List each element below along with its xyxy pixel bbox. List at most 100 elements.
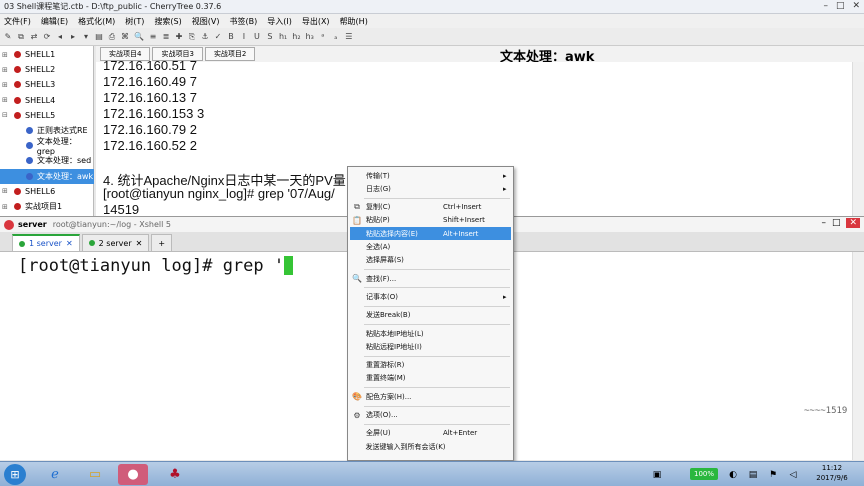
toolbar-icon[interactable]: ▸	[69, 32, 77, 41]
toolbar-icon[interactable]: ⟳	[43, 32, 51, 41]
menu-item[interactable]: 书签(B)	[229, 16, 257, 27]
context-menu-item[interactable]: 📋 粘贴(P) Shift+Insert	[350, 214, 511, 227]
network-icon[interactable]: ◐	[726, 464, 740, 485]
context-menu-item[interactable]: 记事本(O) ▸	[350, 290, 511, 303]
tree-node[interactable]: 文本处理：sed	[0, 153, 94, 168]
toolbar-icon[interactable]: ⇄	[30, 32, 38, 41]
menu-item[interactable]: 编辑(E)	[41, 16, 68, 27]
battery-indicator[interactable]: 100%	[690, 468, 718, 480]
expander-icon[interactable]: ⊞	[2, 203, 10, 211]
toolbar-icon[interactable]: ᵃ	[319, 32, 327, 41]
toolbar-icon[interactable]: ✚	[175, 32, 183, 41]
expander-icon[interactable]: ⊞	[2, 51, 10, 59]
expander-icon[interactable]: ⊞	[2, 187, 10, 195]
toolbar-icon[interactable]: ⌘	[121, 32, 129, 41]
context-menu-item[interactable]: 发送键输入到所有会话(K)	[350, 440, 511, 453]
tray-icon[interactable]: ▣	[650, 464, 664, 485]
menu-item[interactable]: 视图(V)	[192, 16, 220, 27]
context-menu-item[interactable]: ⚙ 选项(O)...	[350, 409, 511, 422]
toolbar-icon[interactable]: ≡	[149, 32, 157, 41]
toolbar-icon[interactable]: ⚓	[201, 32, 209, 41]
context-menu-item[interactable]: 选择屏幕(S)	[350, 254, 511, 267]
toolbar-icon[interactable]: ✓	[214, 32, 222, 41]
toolbar-icon[interactable]: ⎘	[188, 32, 196, 42]
toolbar-icon[interactable]: S	[266, 32, 274, 41]
tree-node[interactable]: ⊞ SHELL3	[0, 77, 94, 92]
notification-icon[interactable]: ⚑	[766, 464, 780, 485]
toolbar-icon[interactable]: ≣	[162, 32, 170, 41]
session-tab[interactable]: 1 server ✕	[12, 234, 80, 251]
menu-item[interactable]: 树(T)	[125, 16, 144, 27]
close-icon[interactable]: ✕	[852, 1, 860, 11]
context-menu-item[interactable]: 🎨 配色方案(H)...	[350, 390, 511, 403]
expander-icon[interactable]: ⊞	[2, 96, 10, 104]
toolbar-icon[interactable]: 🔍	[134, 32, 144, 41]
context-menu-item[interactable]: 日志(G) ▸	[350, 182, 511, 195]
tree-node[interactable]: 文本处理：grep	[0, 137, 94, 156]
expander-icon[interactable]: ⊟	[2, 111, 10, 119]
toolbar-icon[interactable]: ⧉	[17, 32, 25, 42]
toolbar-icon[interactable]: ⎙	[108, 32, 116, 42]
toolbar-icon[interactable]: ✎	[4, 32, 12, 41]
tree-node[interactable]: ⊞ SHELL2	[0, 62, 94, 77]
context-menu-item[interactable]: 传输(T) ▸	[350, 169, 511, 182]
toolbar-icon[interactable]: ▾	[82, 32, 90, 41]
context-menu-item[interactable]: ⧉ 复制(C) Ctrl+Insert	[350, 201, 511, 214]
context-menu-item[interactable]: 粘贴本地IP地址(L)	[350, 327, 511, 340]
context-menu: 传输(T) ▸ 日志(G) ▸ ⧉ 复制(C) Ctrl+Insert 📋 粘贴(P) Shift…	[347, 166, 514, 461]
menu-item[interactable]: 导入(I)	[267, 16, 292, 27]
session-tab[interactable]: 2 server ✕	[81, 234, 150, 251]
xshell-taskbar-icon[interactable]: ●	[118, 464, 148, 485]
context-menu-item[interactable]: 发送Break(B)	[350, 309, 511, 322]
menu-item[interactable]: 格式化(M)	[78, 16, 115, 27]
start-button[interactable]: ⊞	[4, 464, 26, 485]
context-menu-item[interactable]: 全选(A)	[350, 241, 511, 254]
terminal-scrollbar[interactable]	[852, 252, 864, 460]
toolbar-icon[interactable]: h₃	[306, 32, 314, 41]
toolbar-icon[interactable]: ☰	[345, 32, 353, 41]
tree-node[interactable]: ⊞ 实战项目1	[0, 199, 94, 214]
toolbar-icon[interactable]: ▤	[95, 32, 103, 41]
node-tree[interactable]: ⊞ SHELL1 ⊞ SHELL2 ⊞ SHELL3 ⊞ SHELL4 ⊟ SHELL5 正则表达式…	[0, 46, 94, 216]
expander-icon[interactable]: ⊞	[2, 81, 10, 89]
context-menu-item[interactable]: 重置终端(M)	[350, 372, 511, 385]
tree-node[interactable]: ⊞ SHELL1	[0, 47, 94, 62]
tree-node[interactable]: 文本处理：awk	[0, 168, 94, 184]
node-tab[interactable]: 实战项目2	[204, 47, 256, 61]
xshell-close-icon[interactable]: ✕	[846, 218, 860, 228]
clock[interactable]: 11:12 2017/9/6	[810, 463, 854, 485]
minimize-icon[interactable]: –	[823, 1, 828, 11]
expander-icon[interactable]: ⊞	[2, 66, 10, 74]
tree-node[interactable]: ⊞ SHELL4	[0, 93, 94, 108]
toolbar-icon[interactable]: h₁	[279, 32, 287, 41]
context-menu-item[interactable]: 🔍 查找(F)...	[350, 272, 511, 285]
tree-node[interactable]: ⊞ SHELL6	[0, 184, 94, 199]
context-menu-item[interactable]: 粘贴远程IP地址(I)	[350, 340, 511, 353]
ie-icon[interactable]: ℯ	[40, 464, 70, 485]
cherrytree-taskbar-icon[interactable]: ♣	[160, 464, 190, 485]
menu-item[interactable]: 搜索(S)	[154, 16, 181, 27]
context-menu-item[interactable]: 全屏(U) Alt+Enter	[350, 427, 511, 440]
toolbar-icon[interactable]: I	[240, 32, 248, 41]
xshell-minimize-icon[interactable]: –	[821, 218, 826, 228]
volume-icon[interactable]: ◁	[786, 464, 800, 485]
tree-node[interactable]: ⊟ SHELL5	[0, 108, 94, 123]
xshell-maximize-icon[interactable]: □	[832, 218, 841, 228]
context-menu-item[interactable]: 重置游标(R)	[350, 359, 511, 372]
tab-close-icon[interactable]: ✕	[136, 239, 143, 248]
toolbar-icon[interactable]: U	[253, 32, 261, 41]
maximize-icon[interactable]: □	[836, 1, 845, 11]
tab-close-icon[interactable]: ✕	[66, 239, 73, 248]
toolbar-icon[interactable]: ◂	[56, 32, 64, 41]
explorer-icon[interactable]: ▭	[80, 464, 110, 485]
editor-scrollbar[interactable]	[852, 62, 864, 216]
context-menu-item[interactable]: 粘贴选择内容(E) Alt+Insert	[350, 227, 511, 241]
add-tab-button[interactable]: +	[151, 234, 173, 251]
toolbar-icon[interactable]: B	[227, 32, 235, 41]
menu-item[interactable]: 文件(F)	[4, 16, 31, 27]
toolbar-icon[interactable]: ₐ	[332, 32, 340, 41]
display-icon[interactable]: ▤	[746, 464, 760, 485]
menu-item[interactable]: 帮助(H)	[340, 16, 368, 27]
toolbar-icon[interactable]: h₂	[292, 32, 300, 41]
menu-item[interactable]: 导出(X)	[302, 16, 330, 27]
